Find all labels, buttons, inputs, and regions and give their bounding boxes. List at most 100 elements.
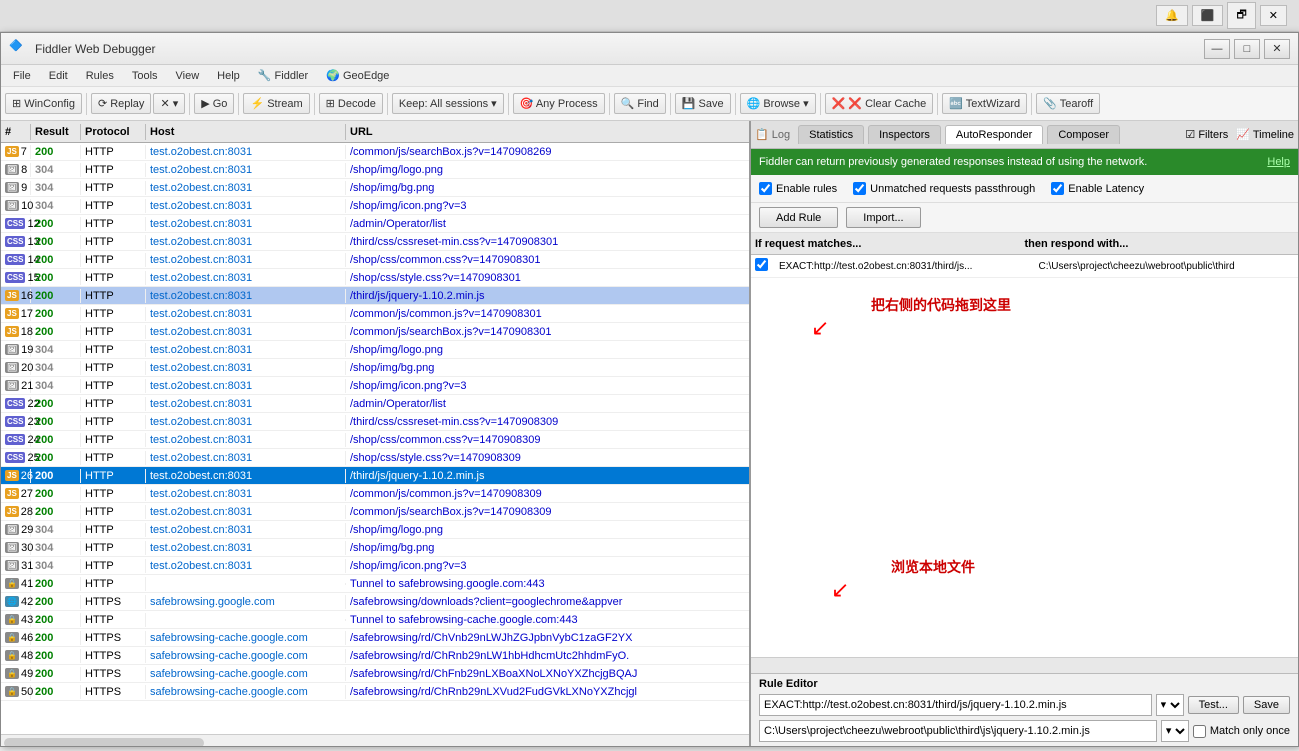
tab-statistics[interactable]: Statistics [798,125,864,144]
match-only-once-label[interactable]: Match only once [1193,725,1290,738]
row-protocol: HTTPS [81,631,146,645]
table-row[interactable]: 🖼 9 304 HTTP test.o2obest.cn:8031 /shop/… [1,179,749,197]
add-rule-btn[interactable]: Add Rule [759,207,838,228]
table-row[interactable]: CSS 15 200 HTTP test.o2obest.cn:8031 /sh… [1,269,749,287]
table-row[interactable]: 🌐 42 200 HTTPS safebrowsing.google.com /… [1,593,749,611]
table-row[interactable]: 🖼 19 304 HTTP test.o2obest.cn:8031 /shop… [1,341,749,359]
rule-row[interactable]: EXACT:http://test.o2obest.cn:8031/third/… [751,255,1298,278]
tab-composer[interactable]: Composer [1047,125,1120,144]
enable-rules-checkbox[interactable] [759,182,772,195]
keep-all-btn[interactable]: Keep: All sessions ▾ [392,93,504,114]
table-row[interactable]: 🔒 48 200 HTTPS safebrowsing-cache.google… [1,647,749,665]
table-row[interactable]: 🖼 31 304 HTTP test.o2obest.cn:8031 /shop… [1,557,749,575]
table-row[interactable]: 🔒 46 200 HTTPS safebrowsing-cache.google… [1,629,749,647]
any-process-btn[interactable]: 🎯 Any Process [513,93,605,114]
table-row[interactable]: 🔒 49 200 HTTPS safebrowsing-cache.google… [1,665,749,683]
col-url-header: URL [346,124,749,140]
menu-view[interactable]: View [168,68,208,84]
rule-list[interactable]: EXACT:http://test.o2obest.cn:8031/third/… [751,255,1298,657]
table-row[interactable]: 🖼 21 304 HTTP test.o2obest.cn:8031 /shop… [1,377,749,395]
table-row[interactable]: JS 16 200 HTTP test.o2obest.cn:8031 /thi… [1,287,749,305]
outer-restore[interactable]: ⬛ [1192,5,1224,26]
table-row[interactable]: 🔒 41 200 HTTP Tunnel to safebrowsing.goo… [1,575,749,593]
x-dropdown-btn[interactable]: ✕ ▾ [153,93,185,114]
table-row[interactable]: CSS 12 200 HTTP test.o2obest.cn:8031 /ad… [1,215,749,233]
request-table-body[interactable]: JS 7 200 HTTP test.o2obest.cn:8031 /comm… [1,143,749,734]
horizontal-scrollbar[interactable] [1,734,749,747]
help-link[interactable]: Help [1267,156,1290,168]
table-row[interactable]: JS 28 200 HTTP test.o2obest.cn:8031 /com… [1,503,749,521]
table-row[interactable]: CSS 14 200 HTTP test.o2obest.cn:8031 /sh… [1,251,749,269]
right-scroll-row[interactable] [751,657,1298,673]
row-type-icon: 🖼 [5,164,19,175]
menu-geoedge[interactable]: 🌍 GeoEdge [318,67,397,84]
table-row[interactable]: JS 18 200 HTTP test.o2obest.cn:8031 /com… [1,323,749,341]
row-result: 200 [31,253,81,267]
clear-cache-btn[interactable]: ❌ ❌ Clear Cache [825,93,934,114]
row-hash: 🔒 41 [1,577,31,591]
table-row[interactable]: 🖼 29 304 HTTP test.o2obest.cn:8031 /shop… [1,521,749,539]
stream-btn[interactable]: ⚡ Stream [243,93,309,114]
passthrough-label[interactable]: Unmatched requests passthrough [853,182,1035,195]
sep5 [387,93,388,115]
import-btn[interactable]: Import... [846,207,920,228]
tab-inspectors[interactable]: Inspectors [868,125,941,144]
table-row[interactable]: JS 17 200 HTTP test.o2obest.cn:8031 /com… [1,305,749,323]
timeline-label[interactable]: 📈 Timeline [1236,128,1294,141]
table-row[interactable]: 🖼 10 304 HTTP test.o2obest.cn:8031 /shop… [1,197,749,215]
rule-editor-test-btn[interactable]: Test... [1188,696,1239,714]
menu-fiddler[interactable]: 🔧 Fiddler [250,67,316,84]
outer-close[interactable]: ✕ [1260,5,1287,26]
rule-editor-select1[interactable]: ▾ [1156,694,1184,716]
menu-file[interactable]: File [5,68,39,84]
row-result: 200 [31,451,81,465]
close-btn[interactable]: ✕ [1264,39,1290,59]
rule-editor-save-btn[interactable]: Save [1243,696,1290,714]
table-row[interactable]: 🖼 30 304 HTTP test.o2obest.cn:8031 /shop… [1,539,749,557]
sep1 [86,93,87,115]
outer-minimize[interactable]: 🔔 [1156,5,1188,26]
rule-editor-select2[interactable]: ▾ [1161,720,1189,742]
go-btn[interactable]: ▶ Go [194,93,234,114]
rule-editor-input1[interactable] [759,694,1152,716]
h-scroll-thumb[interactable] [4,738,204,748]
filters-label[interactable]: ☑ Filters [1185,128,1228,141]
outer-maximize[interactable]: 🗗 [1227,2,1255,29]
log-label: 📋 Log [755,128,790,141]
minimize-btn[interactable]: — [1204,39,1230,59]
passthrough-checkbox[interactable] [853,182,866,195]
table-row[interactable]: CSS 24 200 HTTP test.o2obest.cn:8031 /sh… [1,431,749,449]
table-row[interactable]: 🔒 43 200 HTTP Tunnel to safebrowsing-cac… [1,611,749,629]
table-row[interactable]: 🖼 8 304 HTTP test.o2obest.cn:8031 /shop/… [1,161,749,179]
table-row[interactable]: JS 27 200 HTTP test.o2obest.cn:8031 /com… [1,485,749,503]
table-row[interactable]: CSS 22 200 HTTP test.o2obest.cn:8031 /ad… [1,395,749,413]
browse-btn[interactable]: 🌐 Browse ▾ [740,93,816,114]
table-row[interactable]: 🔒 50 200 HTTPS safebrowsing-cache.google… [1,683,749,701]
latency-checkbox[interactable] [1051,182,1064,195]
menu-tools[interactable]: Tools [124,68,166,84]
table-row[interactable]: JS 7 200 HTTP test.o2obest.cn:8031 /comm… [1,143,749,161]
table-row[interactable]: CSS 23 200 HTTP test.o2obest.cn:8031 /th… [1,413,749,431]
latency-label[interactable]: Enable Latency [1051,182,1144,195]
tab-autoresponder[interactable]: AutoResponder [945,125,1043,144]
row-type-icon: CSS [5,398,25,409]
table-row[interactable]: CSS 25 200 HTTP test.o2obest.cn:8031 /sh… [1,449,749,467]
table-row[interactable]: JS 26 200 HTTP test.o2obest.cn:8031 /thi… [1,467,749,485]
table-row[interactable]: CSS 13 200 HTTP test.o2obest.cn:8031 /th… [1,233,749,251]
save-btn[interactable]: 💾 Save [675,93,731,114]
decode-btn[interactable]: ⊞ Decode [319,93,383,114]
text-wizard-btn[interactable]: 🔤 TextWizard [942,93,1027,114]
tearoff-btn[interactable]: 📎 Tearoff [1036,93,1100,114]
menu-rules[interactable]: Rules [78,68,122,84]
table-row[interactable]: 🖼 20 304 HTTP test.o2obest.cn:8031 /shop… [1,359,749,377]
match-only-once-checkbox[interactable] [1193,725,1206,738]
rule-enabled-checkbox[interactable] [755,258,768,271]
rule-editor-input2[interactable] [759,720,1157,742]
find-btn[interactable]: 🔍 Find [614,93,666,114]
winconfig-btn[interactable]: ⊞ WinConfig [5,93,82,114]
enable-rules-label[interactable]: Enable rules [759,182,837,195]
menu-edit[interactable]: Edit [41,68,76,84]
replay-btn[interactable]: ⟳ Replay [91,93,151,114]
maximize-btn[interactable]: □ [1234,39,1260,59]
menu-help[interactable]: Help [209,68,248,84]
